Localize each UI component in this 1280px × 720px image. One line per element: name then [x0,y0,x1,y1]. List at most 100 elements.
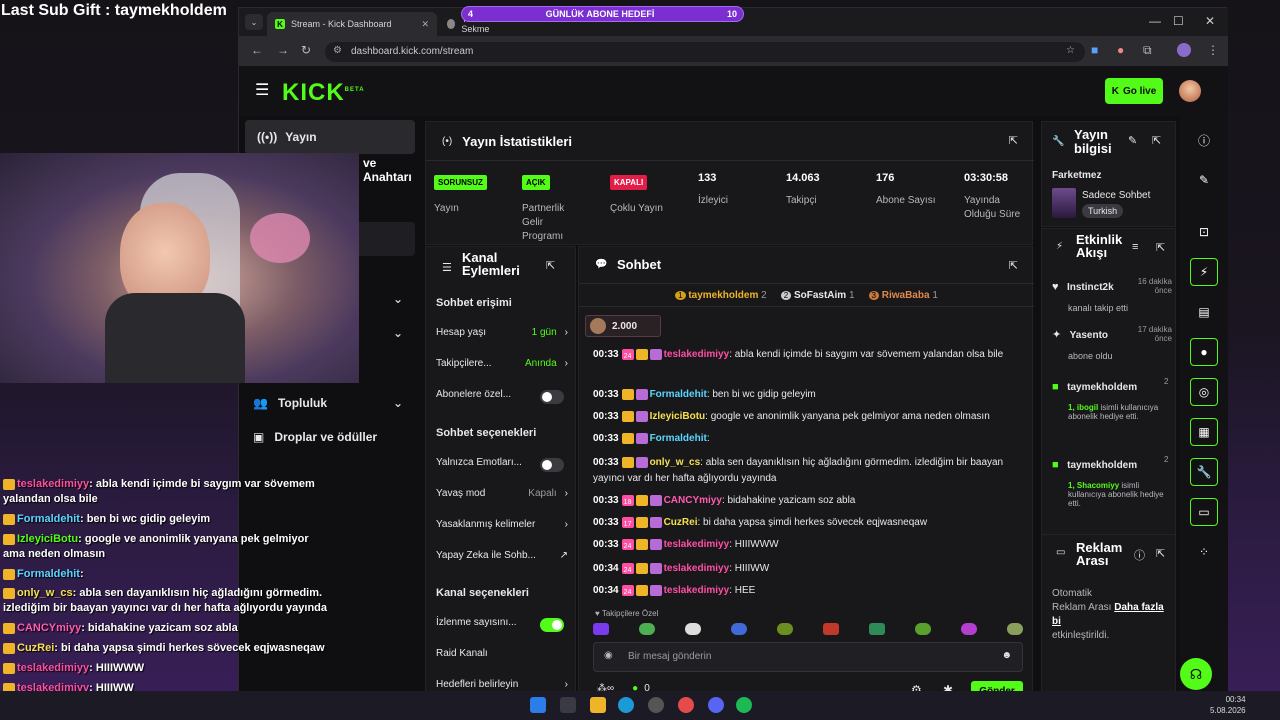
emote-icon[interactable] [915,623,931,635]
tab-search-icon[interactable]: ⌄ [245,14,263,30]
site-info-icon[interactable]: ⚙ [333,45,342,56]
followers-only-row[interactable]: Takipçilere... Anında › [436,358,568,369]
popout-icon[interactable]: ⇱ [546,259,555,272]
support-headset-icon[interactable]: ☊ [1180,658,1212,690]
translate-icon[interactable]: ■ [1091,43,1098,57]
popout-icon[interactable]: ⇱ [1156,241,1165,254]
user-avatar[interactable] [1179,80,1201,102]
chat-message[interactable]: 00:33 IzleyiciBotu: google ve anonimlik y… [593,409,1023,425]
tab-stream-dashboard[interactable]: K Stream - Kick Dashboard ✕ [267,12,437,36]
edit-icon[interactable]: ✎ [1190,166,1218,194]
chat-message[interactable]: 00:33 18 CANCYmiyy: bidahakine yazicam soz… [593,493,1023,509]
bookmark-star-icon[interactable]: ☆ [1066,45,1075,56]
popout-icon[interactable]: ⇱ [1156,547,1165,560]
back-icon[interactable]: ← [251,43,263,57]
reload-icon[interactable]: ↻ [301,43,311,57]
extension-icon[interactable]: ● [1117,43,1124,57]
chat-settings-icon[interactable]: ◉ [604,650,613,661]
top-gifter-3[interactable]: 3 RiwaBaba 1 [868,290,938,301]
hamburger-menu-icon[interactable]: ☰ [255,80,269,100]
message-username[interactable]: only_w_cs [650,457,701,468]
slow-mode-row[interactable]: Yavaş mod Kapalı › [436,488,568,499]
pinned-kicks[interactable]: 2.000 [585,315,661,337]
go-live-button[interactable]: K Go live [1105,78,1163,104]
message-username[interactable]: teslakedimiyy [664,585,730,596]
top-gifter-1[interactable]: 1 taymekholdem 2 [675,290,767,301]
chat-message[interactable]: 00:33 Formaldehit: ben bi wc gidip geleyi… [593,387,1023,403]
close-tab-icon[interactable]: ✕ [421,19,429,30]
ai-chat-row[interactable]: Yapay Zeka ile Sohb... ↗ [436,550,568,561]
sidebar-item-yayin[interactable]: ((•)) Yayın [245,120,415,154]
discord-icon[interactable] [708,697,724,713]
goals-row[interactable]: Hedefleri belirleyin › [436,679,568,690]
sidebar-item-droplar[interactable]: ▣ Droplar ve ödüller [253,430,403,444]
message-username[interactable]: teslakedimiyy [664,563,730,574]
minimize-icon[interactable]: — [1149,14,1161,28]
file-explorer-icon[interactable] [590,697,606,713]
apps-icon[interactable]: ⁘ [1190,538,1218,566]
chat-input[interactable]: ◉ Bir mesaj gönderin ☻ [593,642,1023,672]
clock[interactable]: 00:34 5.08.2026 [1210,694,1246,716]
chat-message[interactable]: 00:33 Formaldehit: [593,431,1023,447]
windows-start-icon[interactable] [530,697,546,713]
popout-icon[interactable]: ⇱ [1009,134,1018,147]
emote-icon[interactable] [961,623,977,635]
message-username[interactable]: teslakedimiyy [664,349,730,360]
emote-icon[interactable] [777,623,793,635]
menu-dots-icon[interactable]: ⋮ [1207,43,1219,57]
close-window-icon[interactable]: ✕ [1205,14,1215,28]
account-age-row[interactable]: Hesap yaşı 1 gün › [436,327,568,338]
edit-icon[interactable]: ✎ [1128,134,1137,147]
emote-icon[interactable] [823,623,839,635]
message-username[interactable]: CuzRei [664,517,698,528]
sidebar-item-topluluk[interactable]: 👥 Topluluk ⌄ [253,396,403,410]
emote-icon[interactable] [869,623,885,635]
emoji-icon[interactable]: ☻ [1001,650,1012,661]
wrench-icon[interactable]: 🔧 [1190,458,1218,486]
edge-icon[interactable] [618,697,634,713]
message-username[interactable]: Formaldehit [650,433,707,444]
forward-icon[interactable]: → [277,43,289,57]
capture-icon[interactable]: ⊡ [1190,218,1218,246]
popout-icon[interactable]: ⇱ [1009,259,1018,272]
chat-icon[interactable]: ● [1190,338,1218,366]
extensions-puzzle-icon[interactable]: ⧉ [1143,43,1152,58]
chat-message[interactable]: 00:33 only_w_cs: abla sen dayanıklısın hi… [593,455,1023,487]
chrome-icon[interactable] [678,697,694,713]
emote-icon[interactable] [593,623,609,635]
info-icon[interactable]: ⓘ [1134,547,1145,563]
window-icon[interactable]: ▭ [1190,498,1218,526]
maximize-icon[interactable]: ☐ [1173,14,1184,28]
info-icon[interactable]: ⓘ [1190,126,1218,154]
banned-words-row[interactable]: Yasaklanmış kelimeler › [436,519,568,530]
chat-message[interactable]: 00:33 24 teslakedimiyy: HIIIWWW [593,537,1023,553]
emote-icon[interactable] [1007,623,1023,635]
filter-icon[interactable]: ≡ [1132,241,1138,253]
server-icon[interactable]: ▦ [1190,418,1218,446]
message-username[interactable]: teslakedimiyy [664,539,730,550]
subs-only-toggle[interactable] [540,390,564,404]
view-count-toggle[interactable] [540,618,564,632]
broadcast-icon[interactable]: ◎ [1190,378,1218,406]
message-username[interactable]: CANCYmiyy [664,495,722,506]
chat-message[interactable]: 00:33 24 teslakedimiyy: abla kendi içimde … [593,347,1023,363]
list-icon[interactable]: ▤ [1190,298,1218,326]
search-icon[interactable] [560,697,576,713]
url-input[interactable]: ⚙ dashboard.kick.com/stream ☆ [325,42,1085,62]
emote-icon[interactable] [639,623,655,635]
profile-avatar-icon[interactable] [1177,43,1191,57]
chat-message[interactable]: 00:34 24 teslakedimiyy: HIIIWW [593,561,1023,577]
message-username[interactable]: IzleyiciBotu [650,411,706,422]
emotes-only-toggle[interactable] [540,458,564,472]
kick-logo[interactable]: KICKBETA [282,79,365,107]
spotify-icon[interactable] [736,697,752,713]
emote-icon[interactable] [731,623,747,635]
chat-message[interactable]: 00:33 17 CuzRei: bi daha yapsa şimdi herke… [593,515,1023,531]
chat-message[interactable]: 00:34 24 teslakedimiyy: HEE [593,583,1023,599]
obs-icon[interactable] [648,697,664,713]
message-username[interactable]: Formaldehit [650,389,707,400]
emote-icon[interactable] [685,623,701,635]
lightning-icon[interactable]: ⚡ [1190,258,1218,286]
top-gifter-2[interactable]: 2 SoFastAim 1 [780,290,855,301]
raid-row[interactable]: Raid Kanalı [436,648,568,659]
